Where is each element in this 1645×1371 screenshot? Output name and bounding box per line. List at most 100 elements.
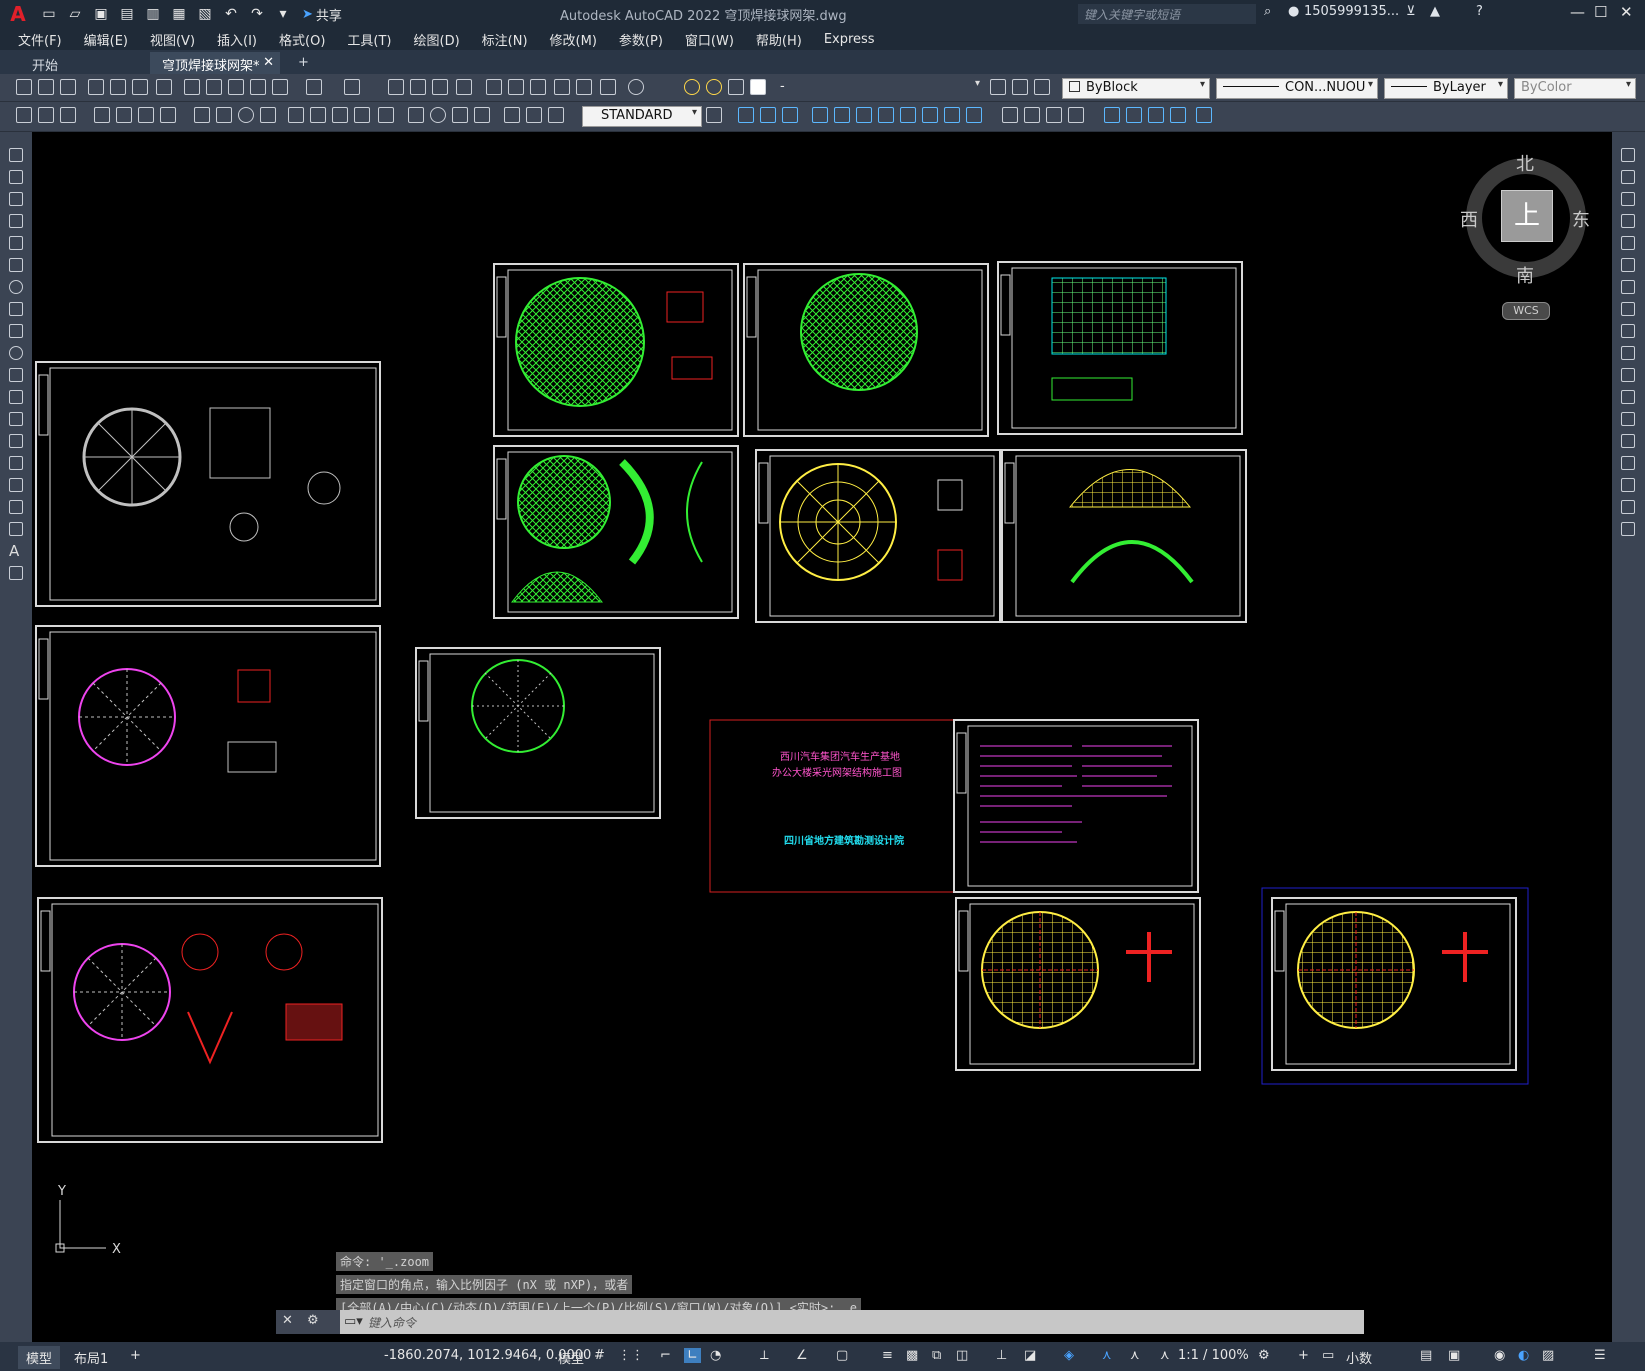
gizmo-icon[interactable]: ◈	[1064, 1348, 1074, 1363]
add-layout-button[interactable]: +	[122, 1346, 149, 1365]
revision-cloud-icon[interactable]	[9, 302, 23, 316]
viewcube[interactable]: 上 北 南 东 西	[1460, 154, 1590, 287]
copy-icon[interactable]	[206, 79, 222, 95]
pan-icon[interactable]	[388, 79, 404, 95]
ellipse-icon[interactable]	[9, 346, 23, 360]
selection-filter-icon[interactable]: ◪	[1024, 1348, 1036, 1363]
imprint-icon[interactable]	[1002, 107, 1018, 123]
viewcube-north[interactable]: 北	[1516, 150, 1534, 176]
viewcube-west[interactable]: 西	[1460, 206, 1478, 232]
gradient-icon[interactable]	[38, 107, 54, 123]
clean-screen-icon[interactable]: ▨	[1542, 1348, 1554, 1363]
layer-previous-icon[interactable]	[1012, 79, 1028, 95]
dimstyle-manager-icon[interactable]	[706, 107, 722, 123]
match-properties-icon[interactable]	[250, 79, 266, 95]
menu-dimension[interactable]: 标注(N)	[482, 30, 528, 49]
tool-palettes-icon[interactable]	[530, 79, 546, 95]
sheet-yellow-plan-2-selected[interactable]	[1261, 887, 1529, 1085]
polyline-icon[interactable]	[9, 192, 23, 206]
sheet-set-icon[interactable]	[554, 79, 570, 95]
dim-text-edit-icon[interactable]	[526, 107, 542, 123]
thicken-icon[interactable]	[1148, 107, 1164, 123]
jogged-linear-icon[interactable]	[474, 107, 490, 123]
color-control-dropdown[interactable]: ByBlock ▾	[1062, 78, 1210, 99]
auto-scale-icon[interactable]: ⋏	[1130, 1348, 1140, 1363]
menu-window[interactable]: 窗口(W)	[685, 30, 734, 49]
menu-parametric[interactable]: 参数(P)	[619, 30, 663, 49]
dim-update-icon[interactable]	[548, 107, 564, 123]
hardware-acceleration-icon[interactable]: ◐	[1518, 1348, 1529, 1363]
break-icon[interactable]	[1621, 412, 1635, 426]
tolerance-icon[interactable]	[408, 107, 424, 123]
selection-cycling-icon[interactable]: ⧉	[932, 1348, 941, 1363]
viewcube-top-face[interactable]: 上	[1501, 190, 1553, 242]
spline-icon[interactable]	[9, 324, 23, 338]
radius-dim-icon[interactable]	[194, 107, 210, 123]
layer-dropdown[interactable]: - ▾	[774, 78, 984, 99]
plot-preview-icon[interactable]	[110, 79, 126, 95]
arc-length-icon[interactable]	[138, 107, 154, 123]
sheet-section-arch[interactable]	[1001, 449, 1247, 623]
model-space-button[interactable]: 模型	[558, 1348, 584, 1367]
cut-icon[interactable]	[184, 79, 200, 95]
layer-freeze-icon[interactable]	[706, 79, 722, 95]
close-command-line-icon[interactable]: ✕	[282, 1313, 293, 1328]
sheet-radial-grid[interactable]	[755, 449, 1001, 623]
properties-icon[interactable]	[486, 79, 502, 95]
snap-icon[interactable]: ⋮⋮	[618, 1348, 644, 1363]
undo-icon[interactable]: ↶	[220, 3, 242, 25]
insert-block-icon[interactable]	[9, 390, 23, 404]
lineweight-icon[interactable]: ≡	[882, 1348, 893, 1363]
intersect-icon[interactable]	[782, 107, 798, 123]
multiline-text-icon[interactable]: A	[9, 544, 23, 559]
autocad-logo[interactable]: A	[0, 0, 36, 28]
paste-icon[interactable]	[228, 79, 244, 95]
block-editor-icon[interactable]	[272, 79, 288, 95]
3d-osnap-icon[interactable]: ◫	[956, 1348, 968, 1363]
transparency-icon[interactable]: ▩	[906, 1348, 918, 1363]
save-icon[interactable]	[60, 79, 76, 95]
redo-icon[interactable]: ↷	[246, 3, 268, 25]
linetype-control-dropdown[interactable]: CON...NUOU ▾	[1216, 78, 1378, 99]
viewcube-south[interactable]: 南	[1516, 262, 1534, 288]
markup-icon[interactable]	[576, 79, 592, 95]
viewcube-east[interactable]: 东	[1572, 206, 1590, 232]
wcs-menu-button[interactable]: WCS	[1502, 302, 1550, 320]
slice-icon[interactable]	[1126, 107, 1142, 123]
region-icon[interactable]	[9, 500, 23, 514]
stretch-icon[interactable]	[1621, 324, 1635, 338]
dim-space-icon[interactable]	[354, 107, 370, 123]
title-sheet-frame[interactable]	[709, 719, 955, 893]
maximize-button[interactable]: ☐	[1594, 3, 1607, 21]
sheet-dome-plan-2[interactable]	[743, 263, 989, 437]
command-input[interactable]: 键入命令	[368, 1314, 416, 1331]
polar-tracking-icon[interactable]: ◔	[710, 1348, 721, 1363]
sheet-support-details-2[interactable]	[35, 625, 381, 867]
delete-faces-icon[interactable]	[878, 107, 894, 123]
hatch-icon[interactable]	[16, 107, 32, 123]
recent-commands-icon[interactable]: ▭▾	[344, 1314, 363, 1329]
command-line[interactable]: ✕ ⚙ ▭▾ 键入命令	[276, 1310, 1364, 1334]
add-selected-icon[interactable]	[9, 566, 23, 580]
design-center-icon[interactable]	[508, 79, 524, 95]
extrude-faces-icon[interactable]	[812, 107, 828, 123]
sheet-radial-plan-3[interactable]	[37, 897, 383, 1143]
menu-file[interactable]: 文件(F)	[18, 30, 62, 49]
union-icon[interactable]	[738, 107, 754, 123]
make-current-layer-icon[interactable]	[990, 79, 1006, 95]
minimize-button[interactable]: —	[1570, 3, 1585, 21]
customization-icon[interactable]: ☰	[1594, 1348, 1606, 1363]
save-icon[interactable]: ▣	[90, 3, 112, 25]
quick-dim-icon[interactable]	[288, 107, 304, 123]
autodesk-app-icon[interactable]: ▲	[1430, 4, 1440, 19]
model-tab[interactable]: 模型	[18, 1346, 61, 1369]
sheet-dome-plan-1[interactable]	[493, 263, 739, 437]
diameter-dim-icon[interactable]	[238, 107, 254, 123]
point-icon[interactable]	[9, 434, 23, 448]
move-faces-icon[interactable]	[834, 107, 850, 123]
color-faces-icon[interactable]	[966, 107, 982, 123]
undo-icon[interactable]	[306, 79, 322, 95]
sheet-green-wheel[interactable]	[415, 647, 661, 819]
customize-icon[interactable]: ⚙	[307, 1313, 319, 1328]
annotation-scale-value[interactable]: 1:1 / 100%	[1178, 1348, 1249, 1363]
